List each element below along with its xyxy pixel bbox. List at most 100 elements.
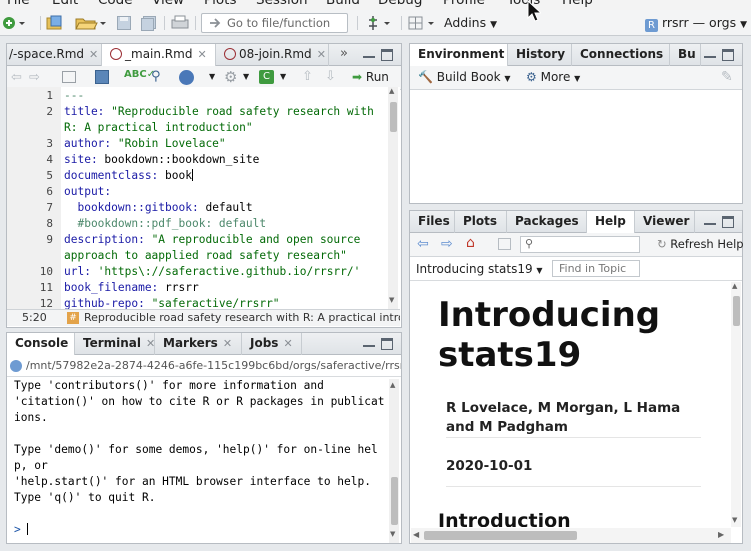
menu-file[interactable]: File (7, 0, 30, 8)
scroll-up-icon[interactable]: ▲ (732, 282, 737, 290)
section-navigator[interactable]: Reproducible road safety research with R… (84, 311, 400, 324)
topic-selector[interactable]: Introducing stats19 ▼ (416, 262, 543, 276)
close-icon[interactable]: ✕ (283, 337, 292, 350)
save-all-icon[interactable] (140, 15, 158, 31)
help-vscrollbar[interactable]: ▲ ▼ (731, 282, 741, 527)
scroll-down-icon[interactable]: ▼ (732, 516, 737, 524)
scroll-up-icon[interactable]: ▲ (389, 87, 394, 95)
minimize-pane-icon[interactable] (363, 49, 375, 58)
menu-plots[interactable]: Plots (204, 0, 236, 8)
tab-connections[interactable]: Connections (572, 44, 670, 66)
tab-markers[interactable]: Markers ✕ (155, 333, 242, 355)
tab-join-rmd[interactable]: 08-join.Rmd ✕ (216, 44, 329, 66)
run-button[interactable]: ➡ Run (352, 70, 389, 84)
tab-environment[interactable]: Environment (410, 44, 508, 67)
toolbar-separator (195, 16, 196, 30)
home-icon[interactable]: ⌂ (466, 235, 475, 251)
gear-icon[interactable]: ⚙ (224, 68, 237, 86)
knit-icon[interactable] (179, 70, 194, 85)
go-down-icon[interactable]: ⇩ (325, 69, 336, 84)
more-button[interactable]: ⚙ More ▼ (526, 70, 580, 84)
close-icon[interactable]: ✕ (146, 337, 154, 350)
menu-view[interactable]: View (152, 0, 184, 8)
scroll-right-icon[interactable]: ▶ (718, 530, 724, 539)
close-icon[interactable]: ✕ (89, 48, 98, 61)
console-scrollbar[interactable]: ▲ ▼ (389, 379, 399, 543)
tab-terminal[interactable]: Terminal ✕ (75, 333, 155, 355)
help-hscrollbar[interactable]: ◀ ▶ (411, 528, 731, 543)
go-up-icon[interactable]: ⇧ (302, 69, 313, 84)
minimize-pane-icon[interactable] (704, 49, 716, 58)
tab-main-rmd[interactable]: _main.Rmd ✕ (102, 44, 216, 67)
help-search-input[interactable]: ⚲ (520, 236, 640, 253)
back-arrow-icon[interactable]: ⇦ (11, 70, 22, 85)
save-icon[interactable] (95, 70, 109, 84)
more-tabs-icon[interactable]: » (340, 46, 348, 61)
chevron-down-icon[interactable]: ▼ (280, 72, 286, 81)
back-arrow-icon[interactable]: ⇦ (417, 236, 429, 252)
scroll-up-icon[interactable]: ▲ (390, 381, 395, 389)
forward-arrow-icon[interactable]: ⇨ (29, 70, 40, 85)
tab-packages[interactable]: Packages (507, 211, 587, 233)
editor-scroll-thumb[interactable] (390, 102, 397, 132)
addins-menu[interactable]: Addins ▼ (444, 15, 497, 30)
tab-files[interactable]: Files (410, 211, 455, 233)
tab-jobs[interactable]: Jobs ✕ (242, 333, 302, 355)
close-icon[interactable]: ✕ (197, 48, 206, 61)
minimize-pane-icon[interactable] (704, 216, 716, 225)
maximize-pane-icon[interactable] (722, 49, 734, 61)
forward-arrow-icon[interactable]: ⇨ (441, 236, 453, 252)
console-prompt[interactable]: > (14, 523, 28, 536)
close-icon[interactable]: ✕ (223, 337, 232, 350)
print-icon[interactable] (171, 15, 189, 31)
chevron-down-icon[interactable]: ▼ (209, 72, 215, 81)
scroll-left-icon[interactable]: ◀ (413, 530, 419, 539)
refresh-help-button[interactable]: ↻ Refresh Help (657, 237, 744, 251)
help-hscroll-thumb[interactable] (424, 531, 577, 540)
tab-space-rmd[interactable]: /-space.Rmd ✕ (1, 44, 102, 66)
new-file-icon[interactable] (2, 15, 28, 31)
project-menu[interactable]: R rrsrr — orgs ▼ (645, 15, 747, 32)
console-line: Type 'demo()' for some demos, 'help()' f… (14, 443, 378, 456)
code-editor[interactable]: 1 2 3 4 5 6 7 8 9 10 11 12 --- title: "Reproducible … (7, 87, 400, 309)
show-in-window-icon[interactable] (498, 238, 511, 250)
menu-edit[interactable]: Edit (52, 0, 78, 8)
tab-viewer[interactable]: Viewer (635, 211, 695, 233)
console-scroll-thumb[interactable] (391, 477, 398, 525)
tab-plots[interactable]: Plots (455, 211, 507, 233)
pane-layout-icon[interactable] (408, 15, 436, 31)
save-icon[interactable] (116, 15, 132, 31)
chevron-down-icon[interactable]: ▼ (243, 72, 249, 81)
menu-build[interactable]: Build (326, 0, 360, 8)
tab-history[interactable]: History (508, 44, 572, 66)
build-book-button[interactable]: 🔨 Build Book ▼ (418, 70, 511, 84)
insert-chunk-icon[interactable]: C (259, 70, 274, 84)
goto-file-function-input[interactable]: Go to file/function (201, 13, 348, 33)
find-replace-icon[interactable]: ⚲ (151, 69, 161, 84)
doc-authors: R Lovelace, M Morgan, L Hama and M Padgh… (446, 400, 681, 435)
menu-profile[interactable]: Profile (443, 0, 485, 8)
close-icon[interactable]: ✕ (317, 48, 326, 61)
scroll-down-icon[interactable]: ▼ (390, 530, 395, 538)
version-control-icon[interactable] (366, 15, 394, 31)
menu-session[interactable]: Session (256, 0, 308, 8)
menu-help[interactable]: Help (562, 0, 593, 8)
menu-debug[interactable]: Debug (378, 0, 422, 8)
maximize-pane-icon[interactable] (381, 338, 393, 350)
maximize-pane-icon[interactable] (381, 49, 393, 61)
tab-help[interactable]: Help (587, 211, 635, 234)
maximize-pane-icon[interactable] (722, 216, 734, 228)
show-in-window-icon[interactable] (62, 71, 76, 83)
minimize-pane-icon[interactable] (363, 338, 375, 347)
editor-scrollbar[interactable]: ▲ ▼ (388, 87, 398, 309)
code-line: url: 'https\://saferactive.github.io/rrs… (64, 265, 361, 278)
help-scroll-thumb[interactable] (733, 296, 740, 326)
open-project-icon[interactable] (46, 15, 64, 31)
menu-code[interactable]: Code (98, 0, 133, 8)
find-in-topic-input[interactable]: Find in Topic (552, 260, 640, 277)
tab-build[interactable]: Bu (670, 44, 701, 66)
tab-console[interactable]: Console (7, 333, 75, 356)
open-file-icon[interactable] (74, 15, 106, 31)
scroll-down-icon[interactable]: ▼ (389, 296, 394, 304)
clear-broom-icon[interactable]: ✎ (721, 69, 733, 85)
